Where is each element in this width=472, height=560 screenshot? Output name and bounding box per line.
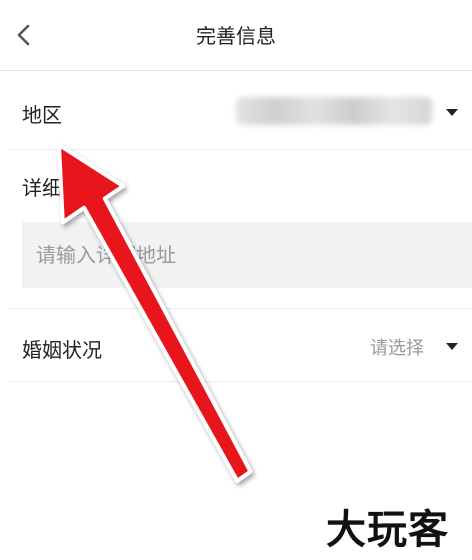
region-row[interactable]: 地区 [8, 71, 472, 150]
address-label: 详细地址 [22, 176, 102, 200]
marital-status-placeholder[interactable]: 请选择 [370, 334, 424, 360]
region-label: 地区 [22, 103, 62, 127]
address-input[interactable] [22, 222, 472, 288]
marital-status-label: 婚姻状况 [22, 338, 102, 362]
page-title: 完善信息 [196, 24, 276, 48]
marital-status-row[interactable]: 婚姻状况 请选择 [8, 309, 472, 382]
region-value-blurred [236, 97, 432, 125]
header-bar: 完善信息 [0, 0, 472, 71]
caret-down-icon[interactable] [446, 343, 458, 350]
caret-down-icon[interactable] [446, 109, 458, 116]
watermark: 大玩客 [326, 507, 449, 553]
